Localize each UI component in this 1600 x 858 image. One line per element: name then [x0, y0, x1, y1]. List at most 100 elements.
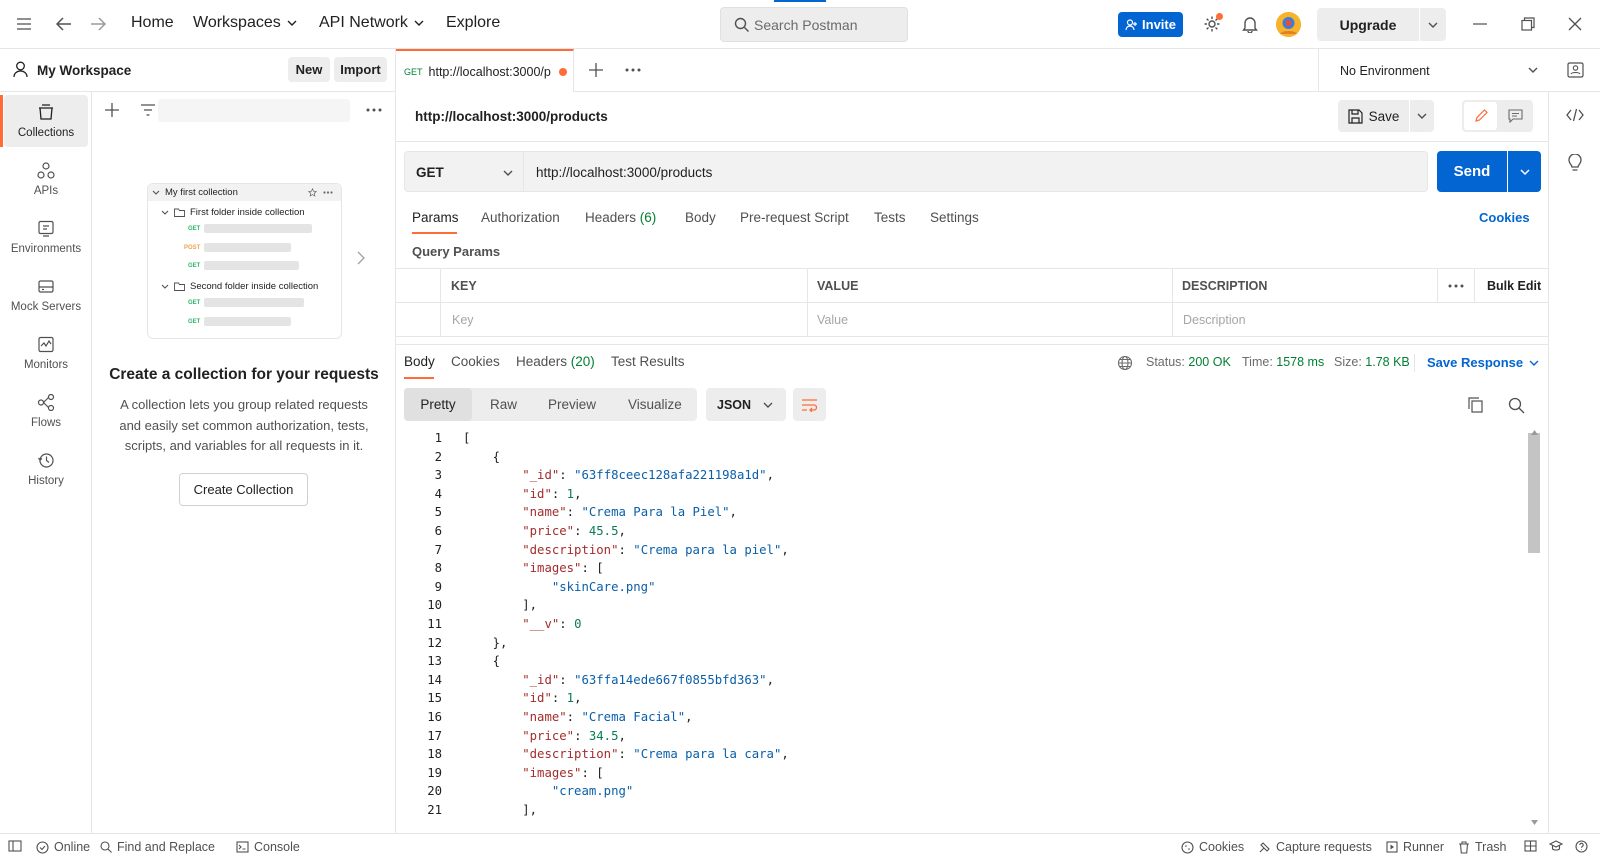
url-input[interactable]: http://localhost:3000/products	[524, 151, 1428, 192]
scroll-up-icon[interactable]	[1531, 430, 1538, 435]
sidebar-item-collections[interactable]: Collections	[0, 95, 88, 147]
forward-arrow-icon[interactable]	[88, 14, 108, 34]
key-input[interactable]: Key	[452, 313, 474, 327]
sidebar-item-apis[interactable]: APIs	[4, 153, 88, 205]
response-headers-label: Headers	[516, 354, 568, 369]
tab-body[interactable]: Body	[685, 210, 716, 225]
sidebar-item-monitors[interactable]: Monitors	[4, 327, 88, 379]
avatar[interactable]	[1276, 12, 1301, 37]
sidebar-item-flows[interactable]: Flows	[4, 385, 88, 437]
back-arrow-icon[interactable]	[54, 14, 74, 34]
line-number: 9	[434, 579, 442, 594]
table-options-icon[interactable]	[1446, 276, 1466, 296]
line-number: 6	[434, 524, 442, 538]
environment-quick-look-icon[interactable]	[1565, 60, 1585, 80]
value-input[interactable]: Value	[817, 313, 848, 327]
description-input[interactable]: Description	[1183, 313, 1246, 327]
sidebar-item-history[interactable]: History	[4, 443, 88, 495]
restore-window-icon[interactable]	[1518, 14, 1538, 34]
settings-gear-icon[interactable]	[1202, 13, 1223, 34]
request-tab[interactable]: GET http://localhost:3000/p	[396, 49, 574, 92]
cookies-status[interactable]: Cookies	[1181, 840, 1244, 854]
save-response-button[interactable]: Save Response	[1427, 355, 1539, 370]
environment-select[interactable]: No Environment	[1318, 49, 1554, 92]
illustration-folder-1-label: First folder inside collection	[190, 207, 305, 218]
comments-button[interactable]	[1500, 102, 1531, 130]
response-tab-headers[interactable]: Headers (20)	[516, 354, 595, 369]
nav-workspaces[interactable]: Workspaces	[193, 14, 297, 32]
upgrade-button[interactable]: Upgrade	[1317, 8, 1419, 41]
new-button[interactable]: New	[288, 57, 330, 82]
runner[interactable]: Runner	[1386, 840, 1444, 854]
minimize-window-icon[interactable]	[1470, 14, 1490, 34]
help-icon[interactable]	[1575, 840, 1588, 853]
nav-home[interactable]: Home	[131, 14, 174, 32]
add-collection-icon[interactable]	[102, 100, 122, 120]
edit-mode-button[interactable]	[1464, 102, 1497, 130]
save-button[interactable]: Save	[1338, 100, 1409, 132]
sidebar-item-mock-servers[interactable]: Mock Servers	[4, 269, 88, 321]
send-dropdown-button[interactable]	[1508, 151, 1541, 192]
capture-requests[interactable]: Capture requests	[1258, 840, 1372, 854]
tab-params[interactable]: Params	[412, 210, 459, 225]
lightbulb-icon[interactable]	[1565, 153, 1585, 173]
view-raw[interactable]: Raw	[490, 397, 517, 412]
illustration-request-bar	[204, 224, 312, 233]
bootcamp-icon[interactable]	[1549, 840, 1563, 852]
trash[interactable]: Trash	[1458, 840, 1507, 854]
tab-headers[interactable]: Headers (6)	[585, 210, 656, 225]
console[interactable]: Console	[236, 840, 300, 854]
filter-icon[interactable]	[138, 100, 158, 120]
response-tab-test-results[interactable]: Test Results	[611, 354, 685, 369]
code-line: 2 {	[420, 450, 1520, 469]
hamburger-menu-icon[interactable]	[14, 14, 34, 34]
scroll-down-icon[interactable]	[1531, 820, 1538, 825]
request-name[interactable]: http://localhost:3000/products	[415, 109, 608, 124]
code-line: 19 "images": [	[420, 766, 1520, 785]
search-input[interactable]: Search Postman	[720, 7, 908, 42]
view-visualize[interactable]: Visualize	[628, 397, 682, 412]
upgrade-dropdown-button[interactable]	[1420, 8, 1446, 41]
view-preview[interactable]: Preview	[548, 397, 596, 412]
nav-explore[interactable]: Explore	[446, 14, 500, 32]
find-replace[interactable]: Find and Replace	[100, 840, 215, 854]
bell-icon[interactable]	[1240, 14, 1260, 34]
collection-search-input[interactable]	[158, 99, 350, 122]
response-tab-body[interactable]: Body	[404, 354, 435, 369]
create-collection-button[interactable]: Create Collection	[179, 473, 308, 506]
format-select[interactable]: JSON	[706, 388, 786, 421]
copy-icon[interactable]	[1465, 395, 1485, 415]
close-window-icon[interactable]	[1565, 14, 1585, 34]
save-dropdown-button[interactable]	[1410, 100, 1434, 132]
toggle-sidebar-icon[interactable]	[8, 840, 22, 852]
divider	[396, 302, 1548, 303]
method-select[interactable]: GET	[404, 151, 524, 192]
invite-button[interactable]: Invite	[1118, 12, 1183, 37]
globe-icon[interactable]	[1117, 355, 1133, 371]
layout-icon[interactable]	[1524, 840, 1537, 852]
new-tab-icon[interactable]	[586, 60, 606, 80]
code-line: 18 "description": "Crema para la cara",	[420, 747, 1520, 766]
collections-icon	[39, 103, 53, 120]
import-button[interactable]: Import	[334, 57, 387, 82]
more-options-icon[interactable]	[364, 100, 384, 120]
tab-authorization[interactable]: Authorization	[481, 210, 560, 225]
response-tab-cookies[interactable]: Cookies	[451, 354, 500, 369]
send-button[interactable]: Send	[1437, 151, 1507, 192]
nav-api-network[interactable]: API Network	[319, 14, 424, 32]
tab-pre-request-script[interactable]: Pre-request Script	[740, 210, 849, 225]
view-pretty[interactable]: Pretty	[404, 388, 472, 421]
top-bar: Home Workspaces API Network Explore Sear…	[0, 0, 1600, 49]
online-status[interactable]: Online	[36, 840, 90, 854]
search-response-icon[interactable]	[1506, 395, 1526, 415]
tab-options-icon[interactable]	[623, 60, 643, 80]
tab-settings[interactable]: Settings	[930, 210, 979, 225]
sidebar-item-environments[interactable]: Environments	[4, 211, 88, 263]
scrollbar-thumb[interactable]	[1528, 433, 1540, 553]
wrap-lines-button[interactable]	[793, 388, 826, 421]
response-body-editor[interactable]: 1[2 {3 "_id": "63ff8ceec128afa221198a1d"…	[420, 431, 1530, 826]
bulk-edit-button[interactable]: Bulk Edit	[1487, 279, 1541, 293]
code-snippet-icon[interactable]	[1565, 105, 1585, 125]
tab-tests[interactable]: Tests	[874, 210, 906, 225]
cookies-link[interactable]: Cookies	[1479, 210, 1530, 225]
